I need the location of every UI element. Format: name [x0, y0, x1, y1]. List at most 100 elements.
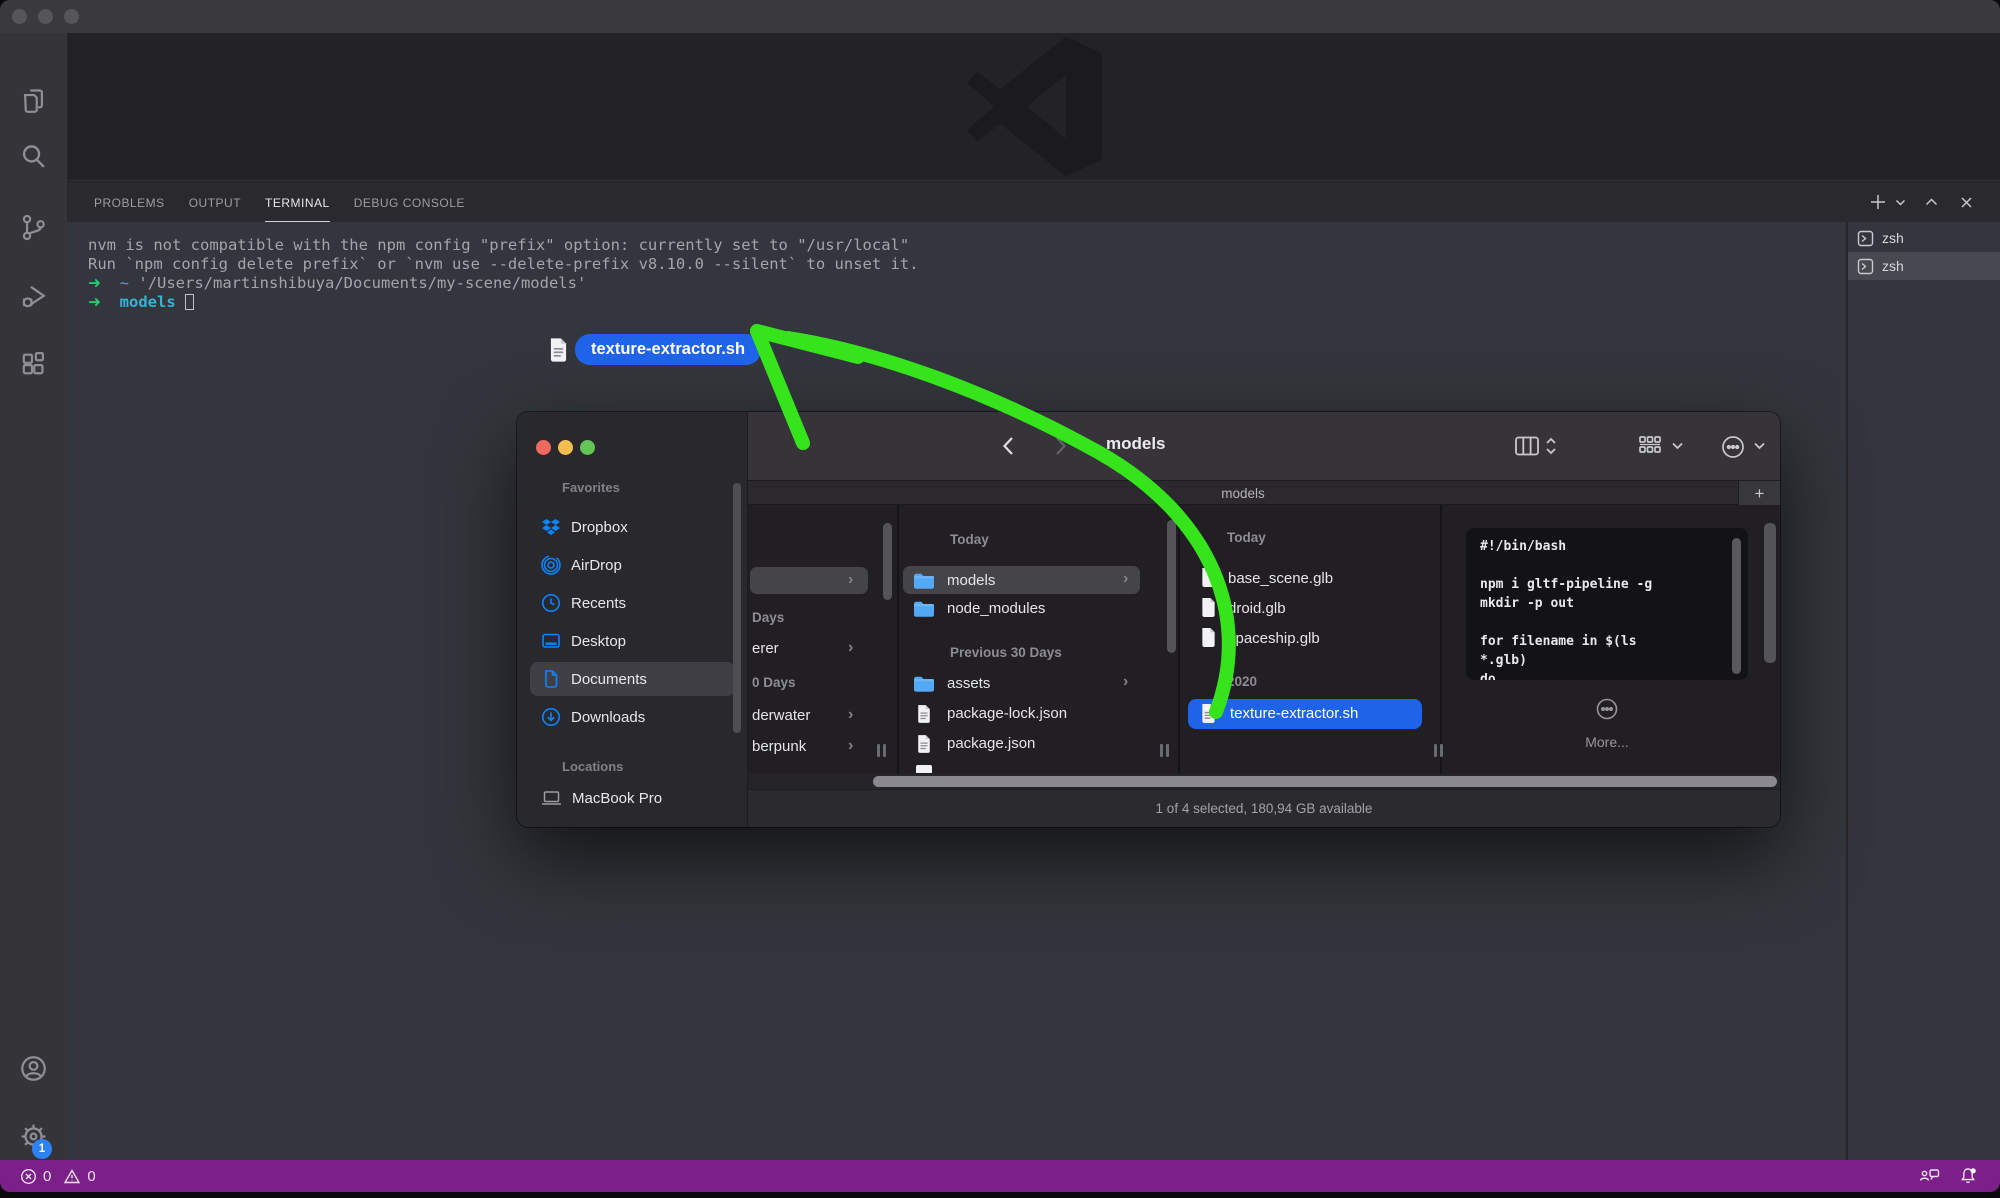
settings-badge: 1	[32, 1139, 52, 1159]
zoom-traffic-light[interactable]	[64, 9, 79, 24]
warning-count: 0	[87, 1168, 95, 1185]
finder-minimize-traffic-light[interactable]	[558, 440, 573, 455]
more-options-icon[interactable]	[1720, 434, 1746, 460]
col2-item-package-json[interactable]: package.json	[947, 735, 1035, 752]
group-by-icon[interactable]	[1637, 434, 1663, 458]
col2-scrollbar[interactable]	[1167, 520, 1176, 653]
column-divider[interactable]	[1178, 505, 1180, 774]
column-resize-handle[interactable]	[1160, 744, 1170, 757]
clock-icon	[541, 593, 561, 613]
minimize-traffic-light[interactable]	[38, 9, 53, 24]
terminal-line: Run `npm config delete prefix` or `nvm u…	[88, 255, 919, 274]
panel-maximize-icon[interactable]	[1924, 182, 1939, 222]
tab-debug-console[interactable]: DEBUG CONSOLE	[354, 182, 465, 222]
col3-item-base-scene[interactable]: base_scene.glb	[1228, 570, 1333, 587]
more-label: More...	[1466, 734, 1748, 750]
code-line: for filename in $(ls	[1480, 632, 1748, 651]
run-debug-icon[interactable]	[18, 281, 49, 312]
clipped-file-icon	[916, 765, 932, 773]
chevron-down-icon[interactable]	[1671, 441, 1684, 451]
code-line: *.glb)	[1480, 651, 1748, 670]
col3-item-droid[interactable]: droid.glb	[1228, 600, 1286, 617]
sidebar-item-airdrop[interactable]: AirDrop	[541, 550, 737, 580]
preview-scrollbar[interactable]	[1732, 538, 1741, 674]
col2-item-assets[interactable]: assets	[947, 675, 990, 692]
search-icon[interactable]	[18, 141, 49, 172]
sidebar-item-desktop[interactable]: Desktop	[541, 626, 737, 656]
dragged-file-label: texture-extractor.sh	[575, 334, 761, 365]
horizontal-scrollbar-track	[748, 774, 1780, 789]
folder-icon	[913, 572, 935, 589]
col2-header-today: Today	[950, 532, 989, 547]
col1-scrollbar[interactable]	[883, 523, 892, 600]
prompt-arrow: ➜	[88, 293, 101, 311]
new-terminal-button[interactable]	[1869, 182, 1887, 222]
col3-item-spaceship[interactable]: spaceship.glb	[1228, 630, 1320, 647]
preview-more[interactable]: More...	[1466, 697, 1748, 750]
sidebar-scrollbar[interactable]	[733, 483, 741, 733]
col1-item[interactable]: erer	[752, 640, 779, 657]
sidebar-item-dropbox[interactable]: Dropbox	[541, 512, 737, 542]
column-resize-handle[interactable]	[1434, 744, 1444, 757]
col2-item-node-modules[interactable]: node_modules	[947, 600, 1045, 617]
horizontal-scrollbar[interactable]	[873, 776, 1777, 787]
view-sort-chevrons-icon[interactable]	[1544, 436, 1558, 456]
col2-header-previous-30-days: Previous 30 Days	[950, 645, 1062, 660]
file-icon	[1200, 597, 1217, 618]
explorer-icon[interactable]	[18, 86, 49, 117]
problems-status[interactable]: 0 0	[20, 1160, 96, 1192]
column-divider[interactable]	[897, 505, 899, 774]
column-resize-handle[interactable]	[877, 744, 887, 757]
col2-item-models[interactable]: models	[947, 572, 995, 589]
error-icon	[20, 1168, 37, 1185]
chevron-down-icon[interactable]	[1753, 441, 1766, 451]
column-view-icon[interactable]	[1514, 434, 1540, 458]
col2-item-package-lock[interactable]: package-lock.json	[947, 705, 1067, 722]
col4-scrollbar[interactable]	[1764, 523, 1776, 663]
dragged-file-chip[interactable]: texture-extractor.sh	[548, 334, 761, 365]
desktop-icon	[541, 631, 561, 651]
tab-problems[interactable]: PROBLEMS	[94, 182, 165, 222]
terminal-dropdown-chevron-icon[interactable]	[1894, 182, 1907, 222]
back-icon[interactable]	[998, 434, 1020, 458]
close-traffic-light[interactable]	[12, 9, 27, 24]
finder-zoom-traffic-light[interactable]	[580, 440, 595, 455]
source-control-icon[interactable]	[18, 212, 49, 243]
prompt-path: '/Users/martinshibuya/Documents/my-scene…	[138, 274, 586, 292]
col1-item[interactable]: berpunk	[752, 738, 806, 755]
panel-close-icon[interactable]	[1959, 182, 1974, 222]
laptop-icon	[541, 789, 562, 807]
sidebar-item-label: Desktop	[571, 633, 626, 650]
script-preview: #!/bin/bash npm i gltf-pipeline -g mkdir…	[1466, 528, 1748, 680]
account-icon[interactable]	[18, 1053, 49, 1084]
terminal-instance-zsh-selected[interactable]: zsh	[1848, 252, 2000, 280]
finder-sidebar: Favorites Dropbox AirDrop Recents Deskto…	[517, 412, 748, 827]
col3-header-2020: 2020	[1227, 674, 1257, 689]
terminal-line: ➜ ~ '/Users/martinshibuya/Documents/my-s…	[88, 274, 586, 293]
feedback-icon[interactable]	[1919, 1167, 1940, 1186]
tab-output[interactable]: OUTPUT	[189, 182, 241, 222]
new-tab-button[interactable]: +	[1738, 481, 1780, 506]
terminal-prompt-line: ➜ models	[88, 293, 194, 312]
terminal-instance-label: zsh	[1882, 230, 1904, 246]
col3-item-texture-extractor[interactable]: texture-extractor.sh	[1230, 705, 1358, 722]
finder-tab-models[interactable]: models	[748, 481, 1738, 506]
notifications-bell-icon[interactable]	[1958, 1166, 1978, 1186]
col2-row-models-highlight[interactable]	[903, 566, 1140, 594]
col1-item[interactable]: derwater	[752, 707, 810, 724]
status-bar: 0 0	[0, 1160, 2000, 1192]
forward-icon[interactable]	[1049, 434, 1071, 458]
panel-tabs: PROBLEMS OUTPUT TERMINAL DEBUG CONSOLE	[94, 182, 465, 222]
terminal-instance-zsh[interactable]: zsh	[1848, 224, 2000, 252]
sidebar-item-recents[interactable]: Recents	[541, 588, 737, 618]
warning-icon	[63, 1168, 81, 1185]
sidebar-item-macbook-pro[interactable]: MacBook Pro	[541, 783, 737, 813]
sidebar-item-documents[interactable]: Documents	[541, 664, 737, 694]
tab-terminal[interactable]: TERMINAL	[265, 182, 330, 222]
finder-close-traffic-light[interactable]	[536, 440, 551, 455]
file-icon	[1200, 627, 1217, 648]
sidebar-item-label: MacBook Pro	[572, 790, 662, 807]
extensions-icon[interactable]	[18, 349, 49, 380]
sidebar-item-downloads[interactable]: Downloads	[541, 702, 737, 732]
column-divider[interactable]	[1440, 505, 1442, 774]
